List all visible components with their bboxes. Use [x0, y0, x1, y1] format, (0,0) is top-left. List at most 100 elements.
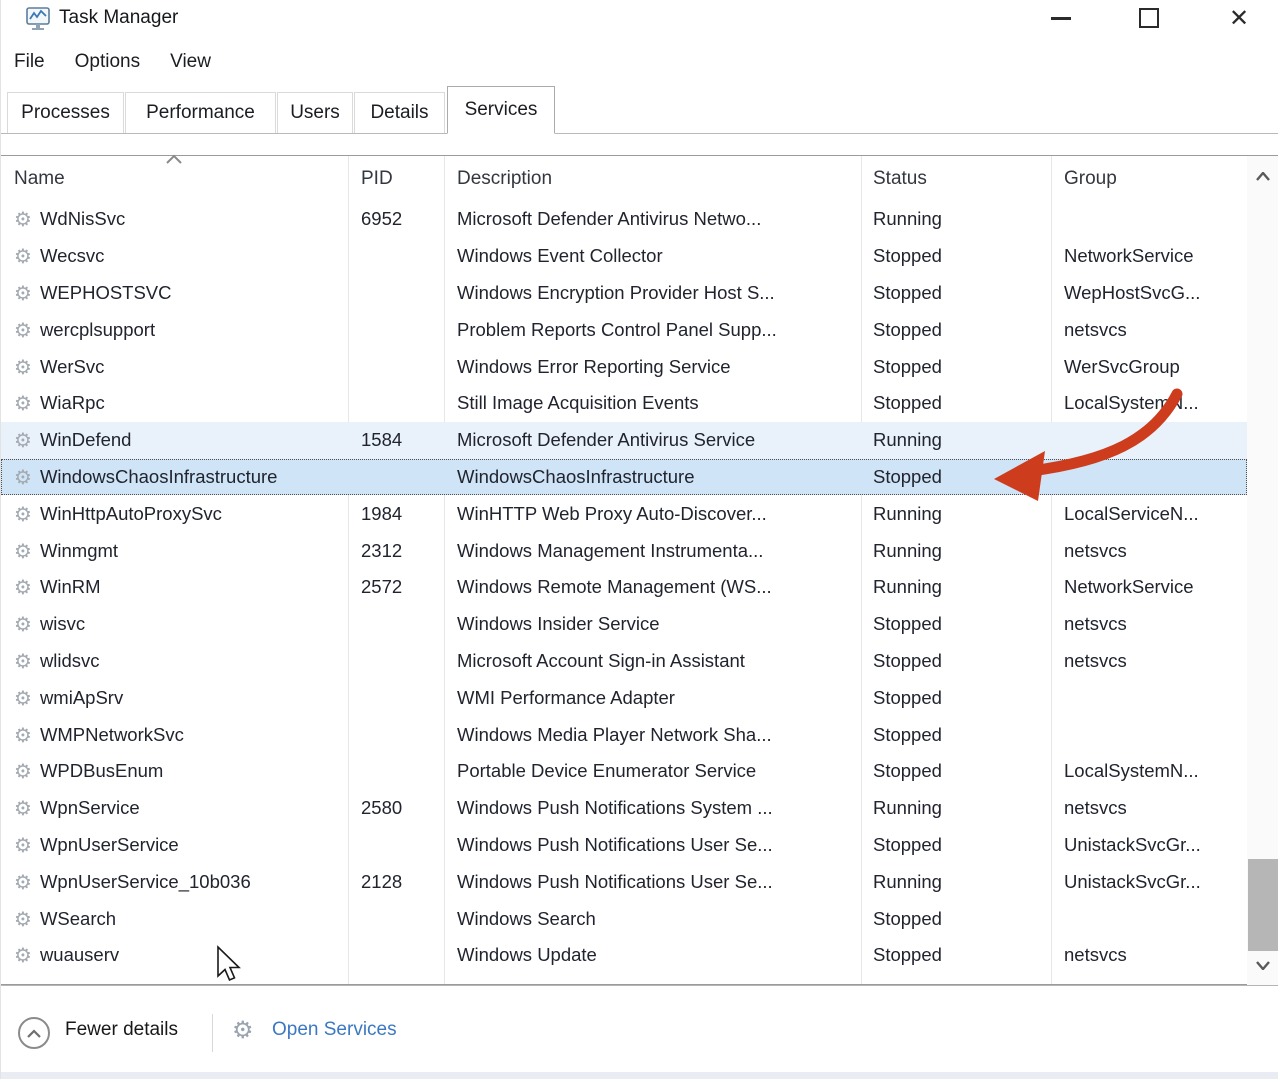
service-description-cell: Windows Push Notifications User Se... — [444, 834, 861, 856]
service-description-cell: Problem Reports Control Panel Supp... — [444, 319, 861, 341]
open-services-link[interactable]: Open Services — [272, 1019, 397, 1041]
menu-options[interactable]: Options — [75, 51, 140, 73]
tab-processes[interactable]: Processes — [7, 92, 124, 133]
service-description-cell: WindowsChaosInfrastructure — [444, 466, 861, 488]
service-gear-icon: ⚙ — [14, 872, 32, 892]
tab-performance[interactable]: Performance — [125, 92, 276, 133]
header-group[interactable]: Group — [1051, 156, 1247, 201]
service-name-cell: ⚙wlidsvc — [1, 650, 348, 672]
table-row[interactable]: ⚙wercplsupport Problem Reports Control P… — [1, 311, 1247, 348]
service-gear-icon: ⚙ — [14, 209, 32, 229]
task-manager-window: { "window": { "title": "Task Manager" },… — [0, 0, 1278, 1079]
service-gear-icon: ⚙ — [14, 725, 32, 745]
service-gear-icon: ⚙ — [14, 614, 32, 634]
service-group-cell: UnistackSvcGr... — [1051, 834, 1247, 856]
footer-bar: Fewer details ⚙ Open Services — [1, 985, 1278, 1079]
service-name-cell: ⚙wercplsupport — [1, 319, 348, 341]
service-gear-icon: ⚙ — [14, 798, 32, 818]
table-row[interactable]: ⚙WpnService 2580 Windows Push Notificati… — [1, 790, 1247, 827]
header-pid[interactable]: PID — [348, 156, 444, 201]
table-row[interactable]: ⚙WindowsChaosInfrastructure WindowsChaos… — [1, 459, 1247, 496]
table-row[interactable]: ⚙WPDBusEnum Portable Device Enumerator S… — [1, 753, 1247, 790]
service-description-cell: Microsoft Defender Antivirus Service — [444, 429, 861, 451]
service-name-cell: ⚙Wecsvc — [1, 245, 348, 267]
service-group-cell: NetworkService — [1051, 245, 1247, 267]
table-row[interactable]: ⚙wisvc Windows Insider Service Stopped n… — [1, 606, 1247, 643]
service-status-cell: Stopped — [861, 466, 1051, 488]
service-description-cell: WMI Performance Adapter — [444, 687, 861, 709]
service-name-cell: ⚙WdNisSvc — [1, 208, 348, 230]
service-gear-icon: ⚙ — [14, 651, 32, 671]
window-title: Task Manager — [59, 0, 178, 36]
service-description-cell: Still Image Acquisition Events — [444, 392, 861, 414]
titlebar: Task Manager ✕ — [1, 0, 1278, 40]
service-status-cell: Running — [861, 797, 1051, 819]
service-status-cell: Running — [861, 208, 1051, 230]
menu-view[interactable]: View — [170, 51, 211, 73]
table-row[interactable]: ⚙WpnUserService Windows Push Notificatio… — [1, 827, 1247, 864]
vertical-scrollbar[interactable] — [1247, 155, 1278, 985]
service-description-cell: Windows Remote Management (WS... — [444, 576, 861, 598]
table-row[interactable]: ⚙wlidsvc Microsoft Account Sign-in Assis… — [1, 643, 1247, 680]
maximize-button[interactable] — [1119, 0, 1179, 36]
scroll-up-button[interactable] — [1247, 158, 1278, 194]
service-name-cell: ⚙WMPNetworkSvc — [1, 724, 348, 746]
table-row[interactable]: ⚙WMPNetworkSvc Windows Media Player Netw… — [1, 716, 1247, 753]
service-description-cell: Windows Management Instrumenta... — [444, 540, 861, 562]
service-group-cell: WepHostSvcG... — [1051, 282, 1247, 304]
footer-divider — [212, 1014, 213, 1052]
minimize-button[interactable] — [1031, 0, 1091, 36]
window-bottom-edge — [1, 1072, 1278, 1079]
close-icon: ✕ — [1229, 6, 1249, 30]
header-status[interactable]: Status — [861, 156, 1051, 201]
service-pid-cell: 2572 — [348, 576, 444, 598]
service-group-cell: netsvcs — [1051, 797, 1247, 819]
table-row[interactable]: ⚙wuauserv Windows Update Stopped netsvcs — [1, 937, 1247, 974]
table-header: Name PID Description Status Group — [1, 156, 1247, 201]
table-row[interactable]: ⚙WinRM 2572 Windows Remote Management (W… — [1, 569, 1247, 606]
tab-details[interactable]: Details — [354, 92, 445, 133]
service-status-cell: Running — [861, 576, 1051, 598]
header-name[interactable]: Name — [1, 156, 348, 201]
service-gear-icon: ⚙ — [14, 467, 32, 487]
table-row[interactable]: ⚙WinHttpAutoProxySvc 1984 WinHTTP Web Pr… — [1, 495, 1247, 532]
service-gear-icon: ⚙ — [14, 504, 32, 524]
service-name-cell: ⚙WEPHOSTSVC — [1, 282, 348, 304]
service-pid-cell: 1584 — [348, 429, 444, 451]
service-description-cell: Windows Error Reporting Service — [444, 356, 861, 378]
tab-services[interactable]: Services — [447, 86, 555, 134]
service-name-cell: ⚙wisvc — [1, 613, 348, 635]
service-gear-icon: ⚙ — [14, 541, 32, 561]
table-row[interactable]: ⚙WEPHOSTSVC Windows Encryption Provider … — [1, 275, 1247, 312]
table-row[interactable]: ⚙Winmgmt 2312 Windows Management Instrum… — [1, 532, 1247, 569]
menu-file[interactable]: File — [14, 51, 45, 73]
service-group-cell: netsvcs — [1051, 650, 1247, 672]
service-status-cell: Stopped — [861, 392, 1051, 414]
header-description[interactable]: Description — [444, 156, 861, 201]
tab-strip: Processes Performance Users Details Serv… — [1, 84, 1278, 134]
table-row[interactable]: ⚙Wecsvc Windows Event Collector Stopped … — [1, 238, 1247, 275]
fewer-details-button[interactable] — [18, 1017, 50, 1049]
table-row[interactable]: ⚙WinDefend 1584 Microsoft Defender Antiv… — [1, 422, 1247, 459]
service-group-cell: netsvcs — [1051, 944, 1247, 966]
scrollbar-thumb[interactable] — [1248, 859, 1278, 951]
service-pid-cell: 2580 — [348, 797, 444, 819]
close-button[interactable]: ✕ — [1209, 0, 1269, 36]
table-row[interactable]: ⚙WdNisSvc 6952 Microsoft Defender Antivi… — [1, 201, 1247, 238]
service-status-cell: Stopped — [861, 944, 1051, 966]
service-description-cell: Windows Insider Service — [444, 613, 861, 635]
table-row[interactable]: ⚙WerSvc Windows Error Reporting Service … — [1, 348, 1247, 385]
service-pid-cell: 2312 — [348, 540, 444, 562]
table-row[interactable]: ⚙wmiApSrv WMI Performance Adapter Stoppe… — [1, 679, 1247, 716]
table-row[interactable]: ⚙WiaRpc Still Image Acquisition Events S… — [1, 385, 1247, 422]
table-row[interactable]: ⚙WpnUserService_10b036 2128 Windows Push… — [1, 863, 1247, 900]
service-name-cell: ⚙wuauserv — [1, 944, 348, 966]
service-name-cell: ⚙WinDefend — [1, 429, 348, 451]
tab-users[interactable]: Users — [277, 92, 353, 133]
service-description-cell: Microsoft Defender Antivirus Netwo... — [444, 208, 861, 230]
table-row[interactable]: ⚙WSearch Windows Search Stopped — [1, 900, 1247, 937]
service-group-cell: LocalSystemN... — [1051, 760, 1247, 782]
fewer-details-label[interactable]: Fewer details — [65, 1019, 178, 1041]
service-description-cell: Windows Encryption Provider Host S... — [444, 282, 861, 304]
scroll-down-button[interactable] — [1247, 947, 1278, 983]
